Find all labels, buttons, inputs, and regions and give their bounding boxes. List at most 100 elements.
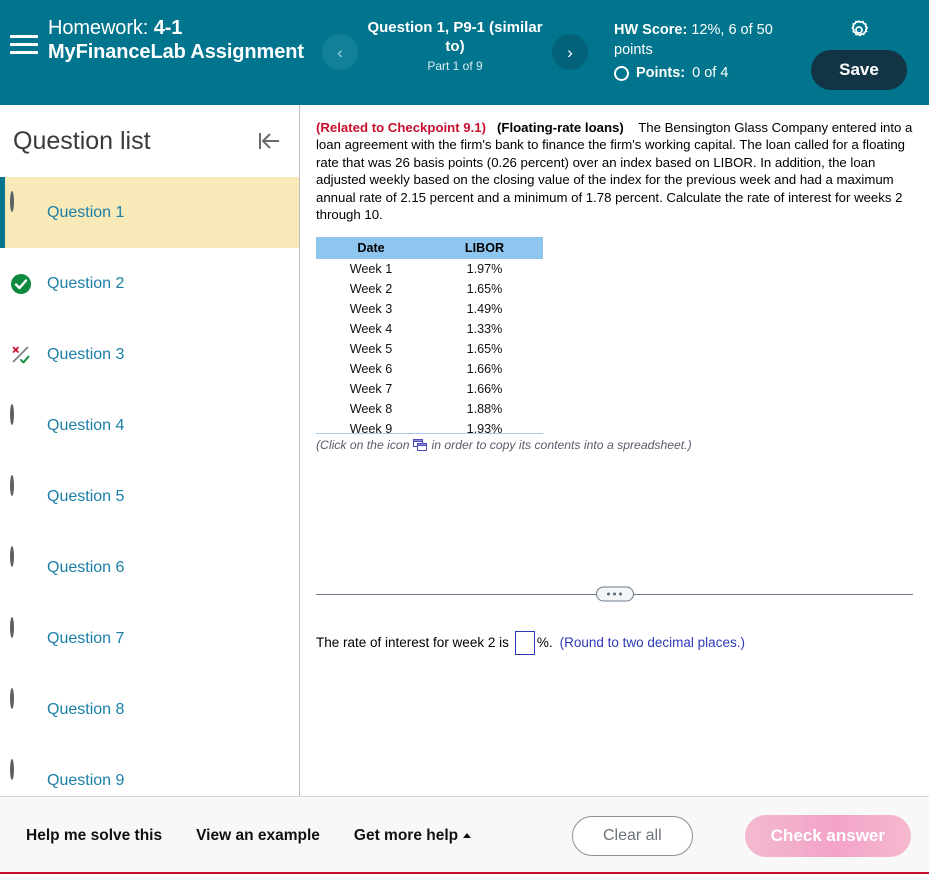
- sidebar-item-label: Question 6: [47, 558, 125, 576]
- status-unanswered-icon: [10, 190, 32, 224]
- copy-note-prefix: (Click on the icon: [316, 438, 410, 453]
- app-body: Question list Question 1 Question 2 Questi…: [0, 105, 929, 796]
- table-row: Week 2 1.65%: [316, 279, 543, 299]
- save-button[interactable]: Save: [811, 50, 907, 90]
- cell-date: Week 6: [349, 362, 393, 377]
- question-title: Question 1, P9-1 (similar to): [367, 19, 543, 55]
- caret-up-icon: [463, 833, 472, 838]
- sidebar-item-question-4[interactable]: Question 4: [0, 390, 299, 461]
- table-row: Week 7 1.66%: [316, 379, 543, 399]
- sidebar-title: Question list: [13, 126, 151, 155]
- app-root: Homework: 4-1 MyFinanceLab Assignment ‹ …: [0, 0, 929, 874]
- copy-to-spreadsheet-note: (Click on the icon in order to copy its …: [316, 438, 913, 452]
- cell-libor: 1.66%: [466, 362, 503, 377]
- cell-date: Week 5: [349, 342, 393, 357]
- answer-area: The rate of interest for week 2 is %. (R…: [316, 630, 913, 655]
- cell-libor: 1.97%: [466, 262, 503, 277]
- status-unanswered-icon: [10, 545, 32, 579]
- ellipsis-expand-icon[interactable]: [595, 586, 634, 602]
- percent-suffix: %.: [536, 635, 553, 651]
- column-header-date: Date: [316, 237, 426, 260]
- previous-question-button[interactable]: ‹: [322, 34, 358, 70]
- sidebar-item-question-3[interactable]: Question 3: [0, 319, 299, 390]
- table-row: Week 5 1.65%: [316, 339, 543, 359]
- hamburger-menu-icon[interactable]: [10, 29, 44, 59]
- sidebar-item-question-8[interactable]: Question 8: [0, 674, 299, 745]
- libor-table-body: Week 1 1.97% Week 2 1.65% Week 3 1.49% Week 4 1…: [316, 259, 543, 435]
- homework-title: Homework: 4-1 MyFinanceLab Assignment: [48, 16, 308, 64]
- table-row: Week 6 1.66%: [316, 359, 543, 379]
- cell-date: Week 9: [349, 422, 393, 435]
- collapse-left-icon[interactable]: [256, 129, 282, 153]
- cell-date: Week 8: [349, 402, 393, 417]
- sidebar-item-question-2[interactable]: Question 2: [0, 248, 299, 319]
- hw-score-label: HW Score:: [614, 22, 688, 38]
- sidebar-item-question-7[interactable]: Question 7: [0, 603, 299, 674]
- cell-date: Week 7: [349, 382, 393, 397]
- checkpoint-reference: (Related to Checkpoint 9.1): [316, 120, 486, 135]
- status-unanswered-icon: [10, 474, 32, 508]
- points-line: Points: 0 of 4: [614, 63, 784, 83]
- cell-date: Week 1: [349, 262, 393, 277]
- sidebar-item-label: Question 1: [47, 203, 125, 221]
- header-actions: Save: [799, 0, 919, 90]
- status-unanswered-icon: [10, 758, 32, 792]
- table-row: Week 4 1.33%: [316, 319, 543, 339]
- view-an-example-button[interactable]: View an example: [196, 827, 320, 845]
- table-row: Week 9 1.93%: [316, 419, 543, 435]
- app-footer: Help me solve this View an example Get m…: [0, 796, 929, 874]
- sidebar-item-label: Question 7: [47, 629, 125, 647]
- cell-libor: 1.93%: [466, 422, 503, 435]
- cell-libor: 1.33%: [466, 322, 503, 337]
- homework-label: Homework:: [48, 17, 149, 39]
- points-status-icon: [614, 65, 629, 81]
- get-more-help-label: Get more help: [353, 826, 459, 844]
- check-answer-button[interactable]: Check answer: [744, 814, 911, 857]
- panel-spacer: [316, 452, 913, 593]
- hamburger-bar: [10, 42, 38, 46]
- column-header-libor: LIBOR: [426, 237, 543, 260]
- question-navigator: ‹ Question 1, P9-1 (similar to) Part 1 o…: [322, 18, 588, 73]
- hamburger-bar: [10, 34, 38, 38]
- sidebar-item-label: Question 3: [47, 345, 125, 363]
- answer-spacer: [316, 655, 913, 796]
- question-list: Question 1 Question 2 Question 3 Question 4…: [0, 177, 299, 796]
- cell-libor: 1.88%: [466, 402, 503, 417]
- copy-to-spreadsheet-icon[interactable]: [413, 438, 428, 452]
- sidebar-item-question-5[interactable]: Question 5: [0, 461, 299, 532]
- question-topic: (Floating-rate loans): [497, 120, 624, 135]
- sidebar-item-label: Question 4: [47, 416, 125, 434]
- status-partial-credit-icon: [10, 344, 32, 366]
- question-part-label: Part 1 of 9: [427, 59, 483, 73]
- help-me-solve-this-button[interactable]: Help me solve this: [26, 827, 162, 845]
- question-body: The Bensington Glass Company entered int…: [316, 120, 913, 223]
- question-list-sidebar: Question list Question 1 Question 2 Questi…: [0, 105, 300, 796]
- dot: [607, 592, 610, 596]
- score-summary: HW Score: 12%, 6 of 50 points Points: 0 …: [614, 20, 784, 83]
- sidebar-item-label: Question 8: [47, 700, 125, 718]
- cell-date: Week 3: [349, 302, 393, 317]
- sidebar-item-label: Question 9: [47, 771, 125, 789]
- hamburger-bar: [10, 50, 38, 54]
- points-value: 0 of 4: [692, 65, 729, 81]
- answer-input[interactable]: [514, 630, 535, 655]
- cell-libor: 1.49%: [466, 302, 503, 317]
- dot: [619, 592, 622, 596]
- sidebar-header: Question list: [0, 105, 299, 177]
- cell-libor: 1.65%: [466, 282, 503, 297]
- rounding-instruction: (Round to two decimal places.): [559, 635, 745, 651]
- sidebar-item-question-1[interactable]: Question 1: [0, 177, 299, 248]
- table-row: Week 8 1.88%: [316, 399, 543, 419]
- gear-icon[interactable]: [847, 18, 871, 42]
- get-more-help-button[interactable]: Get more help: [353, 826, 472, 845]
- libor-table-container[interactable]: Date LIBOR Week 1 1.97% Week 2 1.65% Week 3 1…: [316, 237, 543, 435]
- section-divider: [316, 586, 913, 602]
- app-header: Homework: 4-1 MyFinanceLab Assignment ‹ …: [0, 0, 929, 105]
- dot: [613, 592, 616, 596]
- table-row: Week 1 1.97%: [316, 259, 543, 279]
- sidebar-item-question-9[interactable]: Question 9: [0, 745, 299, 796]
- next-question-button[interactable]: ›: [552, 34, 588, 70]
- sidebar-item-question-6[interactable]: Question 6: [0, 532, 299, 603]
- status-correct-icon: [10, 273, 32, 295]
- clear-all-button[interactable]: Clear all: [571, 815, 693, 856]
